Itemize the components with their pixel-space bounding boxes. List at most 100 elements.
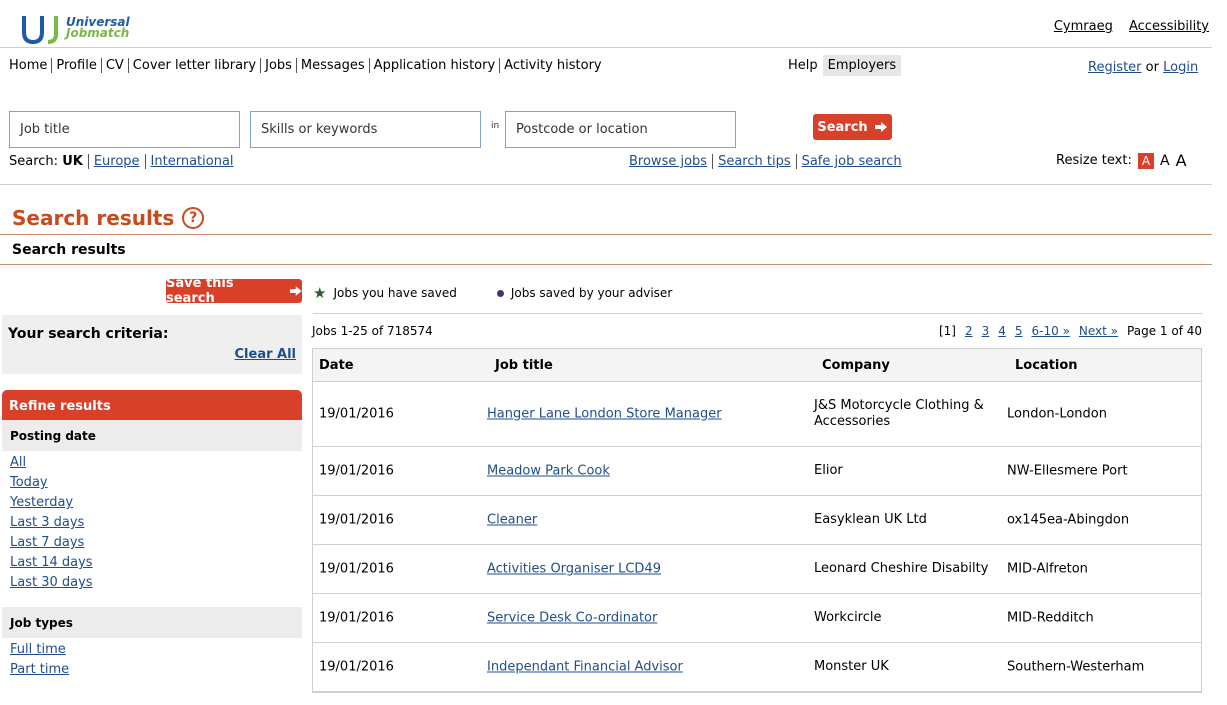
filter-full-time[interactable]: Full time (10, 642, 66, 657)
job-title-link[interactable]: Meadow Park Cook (487, 464, 610, 479)
nav-employers[interactable]: Employers (822, 55, 902, 76)
nav-home[interactable]: Home (9, 58, 51, 73)
register-link[interactable]: Register (1088, 60, 1142, 75)
scope-international[interactable]: International (151, 154, 234, 169)
login-link[interactable]: Login (1163, 60, 1198, 75)
job-title-input[interactable]: Job title (9, 111, 240, 148)
job-title-link[interactable]: Independant Financial Advisor (487, 660, 683, 675)
row-company: Easyklean UK Ltd (814, 512, 927, 527)
row-company: Monster UK (814, 659, 889, 674)
pagination: [1] 2 3 4 5 6-10 » Next » Page 1 of 40 (939, 324, 1202, 338)
col-title[interactable]: Job title (495, 358, 553, 373)
logo-line2: Jobmatch (66, 26, 130, 40)
filter-part-time[interactable]: Part time (10, 662, 69, 677)
job-title-link[interactable]: Activities Organiser LCD49 (487, 562, 661, 577)
filter-last-7-days[interactable]: Last 7 days (10, 535, 84, 550)
nav-help[interactable]: Help (783, 55, 823, 76)
arrow-right-icon (874, 122, 887, 132)
filter-last-3-days[interactable]: Last 3 days (10, 515, 84, 530)
nav-application-history[interactable]: Application history (368, 58, 500, 73)
nav-cv[interactable]: CV (100, 58, 128, 73)
search-scope: Search: UK Europe International (9, 154, 234, 169)
row-date: 19/01/2016 (319, 659, 394, 675)
filter-all[interactable]: All (10, 455, 26, 470)
row-location: Southern-Westerham (1007, 659, 1145, 675)
logo[interactable]: Universal Jobmatch (22, 14, 132, 44)
results-table: Date Job title Company Location 19/01/20… (312, 348, 1202, 693)
row-location: NW-Ellesmere Port (1007, 463, 1128, 479)
col-company[interactable]: Company (822, 358, 890, 373)
col-location[interactable]: Location (1015, 358, 1078, 373)
search-criteria-panel: Your search criteria: Clear All (2, 315, 302, 374)
resize-text: Resize text: A A A (1056, 151, 1187, 170)
accessibility-link[interactable]: Accessibility (1129, 19, 1209, 34)
uj-logo-icon (22, 16, 58, 44)
row-date: 19/01/2016 (319, 463, 394, 479)
page-title: Search results ? (12, 206, 205, 230)
page-link[interactable]: 5 (1015, 324, 1023, 338)
skills-input[interactable]: Skills or keywords (250, 111, 481, 148)
table-row: 19/01/2016 Hanger Lane London Store Mana… (313, 382, 1201, 447)
in-label: in (491, 121, 500, 131)
divider (0, 47, 1212, 48)
search-tips-link[interactable]: Search tips (718, 154, 791, 169)
safe-job-search-link[interactable]: Safe job search (802, 154, 902, 169)
next-page-link[interactable]: Next » (1079, 324, 1118, 338)
browse-links: Browse jobs Search tips Safe job search (629, 154, 902, 169)
page-of: Page 1 of 40 (1127, 324, 1202, 338)
or-text: or (1145, 60, 1159, 75)
job-title-link[interactable]: Service Desk Co-ordinator (487, 611, 657, 626)
help-icon[interactable]: ? (182, 207, 205, 229)
legend: ★ Jobs you have saved Jobs saved by your … (313, 284, 672, 302)
nav-profile[interactable]: Profile (51, 58, 101, 73)
page-link[interactable]: 4 (998, 324, 1006, 338)
page-title-text: Search results (12, 206, 175, 230)
save-search-button[interactable]: Save this search (166, 276, 302, 306)
posting-date-list: All Today Yesterday Last 3 days Last 7 d… (10, 453, 93, 593)
page-current: [1] (938, 324, 956, 338)
help-nav: Help Employers (783, 55, 902, 76)
auth-links: Register or Login (1088, 60, 1198, 75)
nav-messages[interactable]: Messages (295, 58, 369, 73)
job-title-link[interactable]: Cleaner (487, 513, 537, 528)
location-input[interactable]: Postcode or location (505, 111, 736, 148)
job-title-link[interactable]: Hanger Lane London Store Manager (487, 407, 722, 422)
text-size-small[interactable]: A (1137, 152, 1155, 169)
page-range-link[interactable]: 6-10 » (1032, 324, 1070, 338)
scope-europe[interactable]: Europe (94, 154, 140, 169)
refine-heading: Refine results (2, 390, 302, 420)
browse-jobs-link[interactable]: Browse jobs (629, 154, 707, 169)
row-date: 19/01/2016 (319, 512, 394, 528)
clear-all-link[interactable]: Clear All (235, 347, 297, 362)
nav-cover-letter-library[interactable]: Cover letter library (127, 58, 261, 73)
save-search-label: Save this search (166, 276, 234, 306)
nav-jobs[interactable]: Jobs (260, 58, 296, 73)
filter-yesterday[interactable]: Yesterday (10, 495, 73, 510)
page-link[interactable]: 2 (965, 324, 973, 338)
nav-activity-history[interactable]: Activity history (499, 58, 606, 73)
page-link[interactable]: 3 (982, 324, 990, 338)
text-size-large[interactable]: A (1176, 151, 1187, 170)
table-row: 19/01/2016 Service Desk Co-ordinator Wor… (313, 594, 1201, 643)
text-size-medium[interactable]: A (1160, 153, 1170, 169)
row-location: ox145ea-Abingdon (1007, 512, 1130, 528)
criteria-label: Your search criteria: (8, 326, 169, 342)
row-date: 19/01/2016 (319, 610, 394, 626)
filter-last-14-days[interactable]: Last 14 days (10, 555, 93, 570)
results-count: Jobs 1-25 of 718574 (312, 324, 433, 338)
row-company: J&S Motorcycle Clothing & Accessories (814, 398, 984, 429)
job-types-list: Full time Part time (10, 640, 69, 680)
filter-today[interactable]: Today (10, 475, 48, 490)
search-button[interactable]: Search (813, 114, 892, 140)
top-links: Cymraeg Accessibility (1042, 19, 1209, 34)
legend-saved: Jobs you have saved (333, 286, 457, 300)
table-row: 19/01/2016 Meadow Park Cook Elior NW-Ell… (313, 447, 1201, 496)
filter-last-30-days[interactable]: Last 30 days (10, 575, 93, 590)
table-header: Date Job title Company Location (313, 349, 1201, 382)
dot-icon (496, 289, 504, 297)
col-date[interactable]: Date (319, 358, 354, 373)
scope-label: Search: (9, 154, 59, 169)
row-date: 19/01/2016 (319, 561, 394, 577)
cymraeg-link[interactable]: Cymraeg (1054, 19, 1113, 34)
search-button-label: Search (817, 119, 868, 135)
